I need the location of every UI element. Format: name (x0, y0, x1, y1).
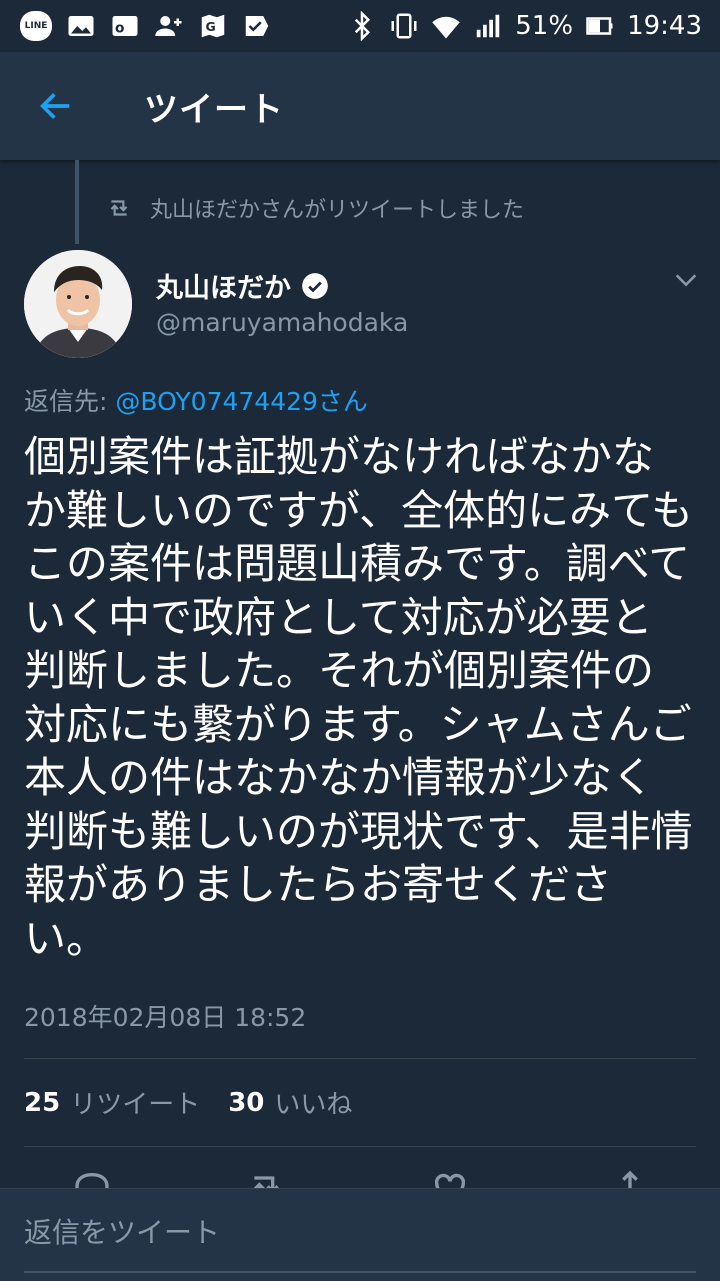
verified-badge-icon (302, 272, 328, 299)
retweet-action-icon[interactable] (246, 1168, 286, 1188)
thread-line (75, 160, 79, 244)
retweet-icon (110, 200, 128, 216)
share-icon[interactable] (610, 1168, 650, 1188)
bluetooth-icon (347, 11, 377, 41)
author-name-row[interactable]: 丸山ほだか (156, 266, 329, 305)
reply-icon[interactable] (72, 1168, 112, 1188)
retweets-label[interactable]: リツイート (70, 1084, 200, 1121)
tweet-text: 個別案件は証拠がなければなかなか難しいのですが、全体的にみてもこの案件は問題山積… (24, 432, 694, 963)
svg-text:G: G (206, 19, 216, 34)
likes-count[interactable]: 30 (228, 1088, 264, 1118)
author-name: 丸山ほだか (156, 273, 291, 304)
likes-label[interactable]: いいね (274, 1084, 352, 1121)
back-arrow-icon (40, 93, 70, 119)
retweet-notice[interactable]: 丸山ほだかさんがリツイートしました (106, 192, 524, 224)
status-bar: LINE o G 51% 19:43 (0, 0, 720, 52)
reply-to-line: 返信先: @BOY07474429さん (24, 382, 368, 418)
reply-bar: 返信をツイート (0, 1188, 720, 1281)
image-icon (66, 11, 96, 41)
avatar[interactable] (24, 250, 132, 358)
tweet-timestamp: 2018年02月08日 18:52 (24, 1003, 307, 1032)
engagement-stats: 25 リツイート 30 いいね (24, 1084, 380, 1121)
page-title: ツイート (144, 89, 284, 130)
divider (24, 1058, 696, 1059)
svg-text:o: o (115, 20, 124, 36)
chevron-down-icon[interactable] (672, 266, 700, 294)
outlook-icon: o (110, 11, 140, 41)
clock: 19:43 (627, 11, 702, 41)
reply-input[interactable]: 返信をツイート (24, 1211, 696, 1273)
reply-mention-link[interactable]: @BOY07474429さん (115, 387, 368, 416)
wifi-icon (431, 11, 461, 41)
action-bar (0, 1168, 720, 1188)
vibrate-icon (389, 11, 419, 41)
battery-percent: 51% (515, 11, 574, 41)
app-bar: ツイート (0, 52, 720, 160)
add-contact-icon (154, 11, 184, 41)
back-button[interactable] (26, 76, 86, 136)
battery-icon (585, 11, 615, 41)
signal-icon (473, 11, 503, 41)
retweet-notice-text: 丸山ほだかさんがリツイートしました (150, 198, 525, 223)
checkmark-icon (242, 11, 272, 41)
retweets-count[interactable]: 25 (24, 1088, 60, 1118)
line-icon: LINE (20, 11, 52, 41)
like-icon[interactable] (430, 1168, 470, 1188)
author-handle[interactable]: @maruyamahodaka (156, 308, 408, 337)
reply-prefix: 返信先: (24, 387, 116, 416)
maps-icon: G (198, 11, 228, 41)
divider (24, 1146, 696, 1147)
